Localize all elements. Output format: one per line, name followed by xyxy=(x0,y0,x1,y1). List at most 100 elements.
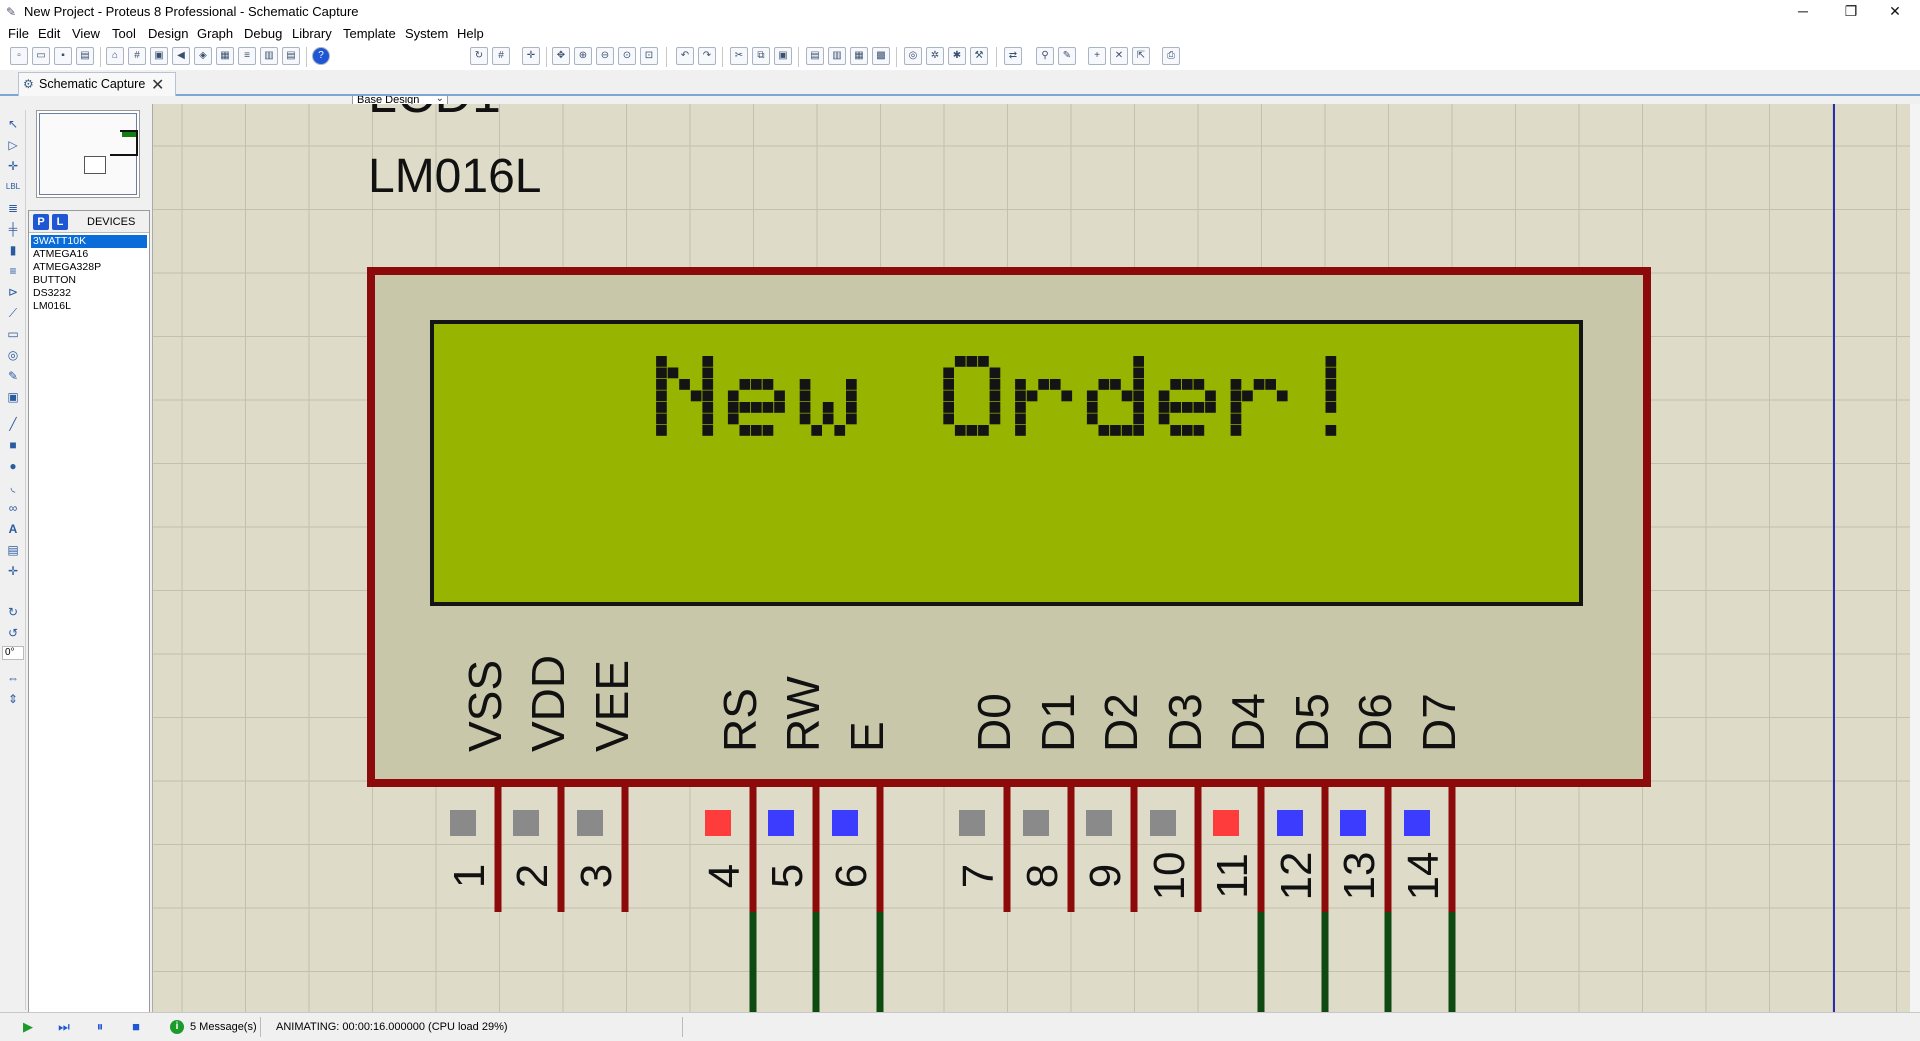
menu-view[interactable]: View xyxy=(72,26,100,41)
pause-button[interactable]: ⏸ xyxy=(92,1019,108,1035)
search-tag-icon[interactable]: ⚲ xyxy=(1036,47,1054,65)
new-sheet-icon[interactable]: + xyxy=(1088,47,1106,65)
play-button[interactable]: ▶ xyxy=(20,1019,36,1035)
junction-dot-icon[interactable]: ✛ xyxy=(5,158,21,174)
menu-tool[interactable]: Tool xyxy=(112,26,136,41)
save-icon[interactable]: ▪ xyxy=(54,47,72,65)
help-icon[interactable]: ? xyxy=(312,47,330,65)
menu-file[interactable]: File xyxy=(8,26,29,41)
mirror-x-icon[interactable]: ⇔ xyxy=(5,670,21,686)
property-tool-icon[interactable]: ✎ xyxy=(1058,47,1076,65)
symbol-tool-icon[interactable]: ▤ xyxy=(5,542,21,558)
design-explorer-icon[interactable]: ▥ xyxy=(260,47,278,65)
vertical-scrollbar[interactable] xyxy=(1910,104,1920,1012)
marker-tool-icon[interactable]: ✛ xyxy=(5,563,21,579)
buses-icon[interactable]: ╪ xyxy=(5,221,21,237)
pcb-icon[interactable]: ▣ xyxy=(150,47,168,65)
messages-count[interactable]: 5 Message(s) xyxy=(190,1021,257,1033)
menu-debug[interactable]: Debug xyxy=(244,26,282,41)
circle-tool-icon[interactable]: ● xyxy=(5,458,21,474)
schematic-icon[interactable]: # xyxy=(128,47,146,65)
menu-library[interactable]: Library xyxy=(292,26,332,41)
schematic-canvas[interactable]: LCD1 LM016L 1 VSS 2 VDD 3 VEE 4 RS 5 RW 6 E 7 D0 8 D1 9 D… xyxy=(152,104,1914,1012)
device-item-lm016l[interactable]: LM016L xyxy=(31,300,147,313)
new-file-icon[interactable]: ▫ xyxy=(10,47,28,65)
device-item-button[interactable]: BUTTON xyxy=(31,274,147,287)
gerber-icon[interactable]: ▦ xyxy=(216,47,234,65)
pan-icon[interactable]: ✥ xyxy=(552,47,570,65)
rotate-clockwise-icon[interactable]: ↻ xyxy=(5,604,21,620)
minimize-button[interactable]: ─ xyxy=(1780,0,1826,24)
decompose-icon[interactable]: ⚒ xyxy=(970,47,988,65)
rotation-angle-field[interactable]: 0° xyxy=(2,646,24,660)
refresh-icon[interactable]: ↻ xyxy=(470,47,488,65)
pick-parts-icon[interactable]: ◎ xyxy=(904,47,922,65)
menu-edit[interactable]: Edit xyxy=(38,26,60,41)
device-item-atmega16[interactable]: ATMEGA16 xyxy=(31,248,147,261)
menu-help[interactable]: Help xyxy=(457,26,484,41)
zoom-all-icon[interactable]: ⊙ xyxy=(618,47,636,65)
source-code-icon[interactable]: ▤ xyxy=(282,47,300,65)
stop-button[interactable]: ■ xyxy=(128,1019,144,1035)
remove-sheet-icon[interactable]: ✕ xyxy=(1110,47,1128,65)
rotate-anticlockwise-icon[interactable]: ↺ xyxy=(5,625,21,641)
text-script-icon[interactable]: ≣ xyxy=(5,200,21,216)
paste-icon[interactable]: ▣ xyxy=(774,47,792,65)
origin-icon[interactable]: ✛ xyxy=(522,47,540,65)
text-tool-icon[interactable]: A xyxy=(5,521,21,537)
menu-design[interactable]: Design xyxy=(148,26,188,41)
menu-system[interactable]: System xyxy=(405,26,448,41)
exit-to-parent-icon[interactable]: ⇱ xyxy=(1132,47,1150,65)
voltage-probe-icon[interactable]: ✎ xyxy=(5,368,21,384)
component-mode-icon[interactable]: ▷ xyxy=(5,137,21,153)
wire-autorouter-icon[interactable]: ⇄ xyxy=(1004,47,1022,65)
generator-icon[interactable]: ◎ xyxy=(5,347,21,363)
block-delete-icon[interactable]: ▩ xyxy=(872,47,890,65)
pick-devices-button[interactable]: P xyxy=(33,214,49,230)
graph-mode-icon[interactable]: ⟋ xyxy=(5,305,21,321)
block-move-icon[interactable]: ▥ xyxy=(828,47,846,65)
arc-tool-icon[interactable]: ◟ xyxy=(5,479,21,495)
block-copy-icon[interactable]: ▤ xyxy=(806,47,824,65)
step-button[interactable]: ⏭ xyxy=(56,1019,72,1035)
terminals-icon[interactable]: ≡ xyxy=(5,263,21,279)
device-pins-icon[interactable]: ⊳ xyxy=(5,284,21,300)
cut-icon[interactable]: ✂ xyxy=(730,47,748,65)
path-tool-icon[interactable]: ∞ xyxy=(5,500,21,516)
undo-icon[interactable]: ↶ xyxy=(676,47,694,65)
grid-icon[interactable]: # xyxy=(492,47,510,65)
library-manager-button[interactable]: L xyxy=(52,214,68,230)
netlist-icon[interactable]: ⎙ xyxy=(1162,47,1180,65)
box-tool-icon[interactable]: ■ xyxy=(5,437,21,453)
home-icon[interactable]: ⌂ xyxy=(106,47,124,65)
redo-icon[interactable]: ↷ xyxy=(698,47,716,65)
packaging-tool-icon[interactable]: ✱ xyxy=(948,47,966,65)
block-rotate-icon[interactable]: ▦ xyxy=(850,47,868,65)
open-folder-icon[interactable]: ▭ xyxy=(32,47,50,65)
tape-recorder-icon[interactable]: ▭ xyxy=(5,326,21,342)
bom-icon[interactable]: ≡ xyxy=(238,47,256,65)
device-item-atmega328p[interactable]: ATMEGA328P xyxy=(31,261,147,274)
device-item-ds3232[interactable]: DS3232 xyxy=(31,287,147,300)
device-item-3watt10k[interactable]: 3WATT10K xyxy=(31,235,147,248)
3d-view-icon[interactable]: ◈ xyxy=(194,47,212,65)
line-tool-icon[interactable]: ╱ xyxy=(5,416,21,432)
lcd-component[interactable]: LCD1 LM016L 1 VSS 2 VDD 3 VEE 4 RS 5 RW 6 E 7 D0 8 D1 9 D… xyxy=(153,104,1914,1012)
virtual-instruments-icon[interactable]: ▣ xyxy=(5,389,21,405)
restore-button[interactable]: ❐ xyxy=(1828,0,1874,24)
zoom-area-icon[interactable]: ⊡ xyxy=(640,47,658,65)
selection-mode-icon[interactable]: ↖ xyxy=(5,116,21,132)
back-icon[interactable]: ◀ xyxy=(172,47,190,65)
close-tab-icon[interactable]: ✕ xyxy=(151,75,164,95)
close-window-button[interactable]: ✕ xyxy=(1872,0,1918,24)
zoom-out-icon[interactable]: ⊖ xyxy=(596,47,614,65)
import-icon[interactable]: ▤ xyxy=(76,47,94,65)
wire-label-icon[interactable]: LBL xyxy=(5,179,21,195)
mirror-y-icon[interactable]: ⇕ xyxy=(5,691,21,707)
overview-window[interactable] xyxy=(36,110,140,198)
menu-graph[interactable]: Graph xyxy=(197,26,233,41)
zoom-in-icon[interactable]: ⊕ xyxy=(574,47,592,65)
make-device-icon[interactable]: ✲ xyxy=(926,47,944,65)
copy-icon[interactable]: ⧉ xyxy=(752,47,770,65)
subcircuit-icon[interactable]: ▮ xyxy=(5,242,21,258)
